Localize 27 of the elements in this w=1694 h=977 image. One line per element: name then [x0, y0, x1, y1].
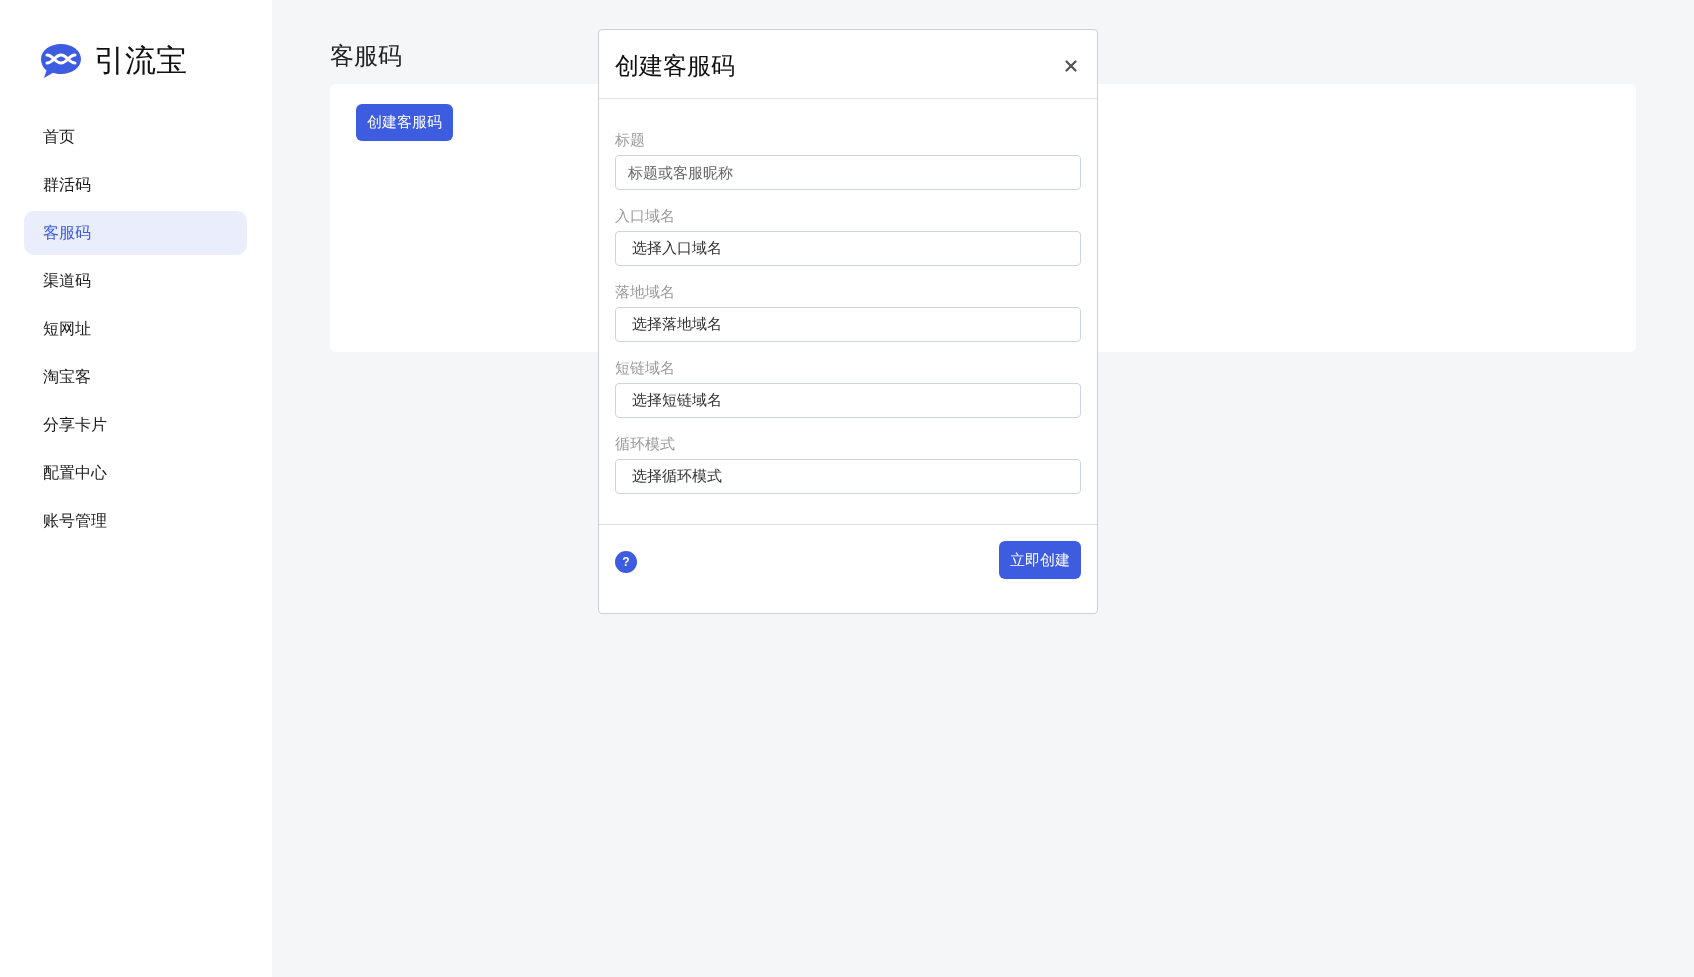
- field-label: 循环模式: [615, 435, 675, 453]
- nav-item[interactable]: 客服码: [24, 211, 247, 255]
- logo-text: 引流宝: [94, 43, 187, 79]
- field-label: 入口域名: [615, 207, 675, 225]
- submit-button[interactable]: 立即创建: [999, 541, 1081, 579]
- field-label: 标题: [615, 131, 645, 149]
- help-button[interactable]: ?: [615, 551, 637, 573]
- nav-item[interactable]: 群活码: [24, 163, 247, 207]
- nav-item[interactable]: 分享卡片: [24, 403, 247, 447]
- nav-item[interactable]: 渠道码: [24, 259, 247, 303]
- speech-bubble-logo-icon: [40, 42, 82, 80]
- select-field[interactable]: 选择入口域名: [615, 231, 1081, 266]
- nav-item[interactable]: 短网址: [24, 307, 247, 351]
- select-field[interactable]: 选择短链域名: [615, 383, 1081, 418]
- page-title: 客服码: [330, 41, 402, 71]
- field-label: 短链域名: [615, 359, 675, 377]
- select-field[interactable]: 选择循环模式: [615, 459, 1081, 494]
- field-label: 落地域名: [615, 283, 675, 301]
- nav-item[interactable]: 首页: [24, 115, 247, 159]
- nav-item[interactable]: 账号管理: [24, 499, 247, 543]
- nav-item[interactable]: 淘宝客: [24, 355, 247, 399]
- create-button[interactable]: 创建客服码: [356, 104, 453, 141]
- text-input-field[interactable]: 标题或客服昵称: [615, 155, 1081, 190]
- nav-item[interactable]: 配置中心: [24, 451, 247, 495]
- close-icon: [1062, 57, 1080, 75]
- modal-title: 创建客服码: [615, 51, 735, 81]
- select-field[interactable]: 选择落地域名: [615, 307, 1081, 342]
